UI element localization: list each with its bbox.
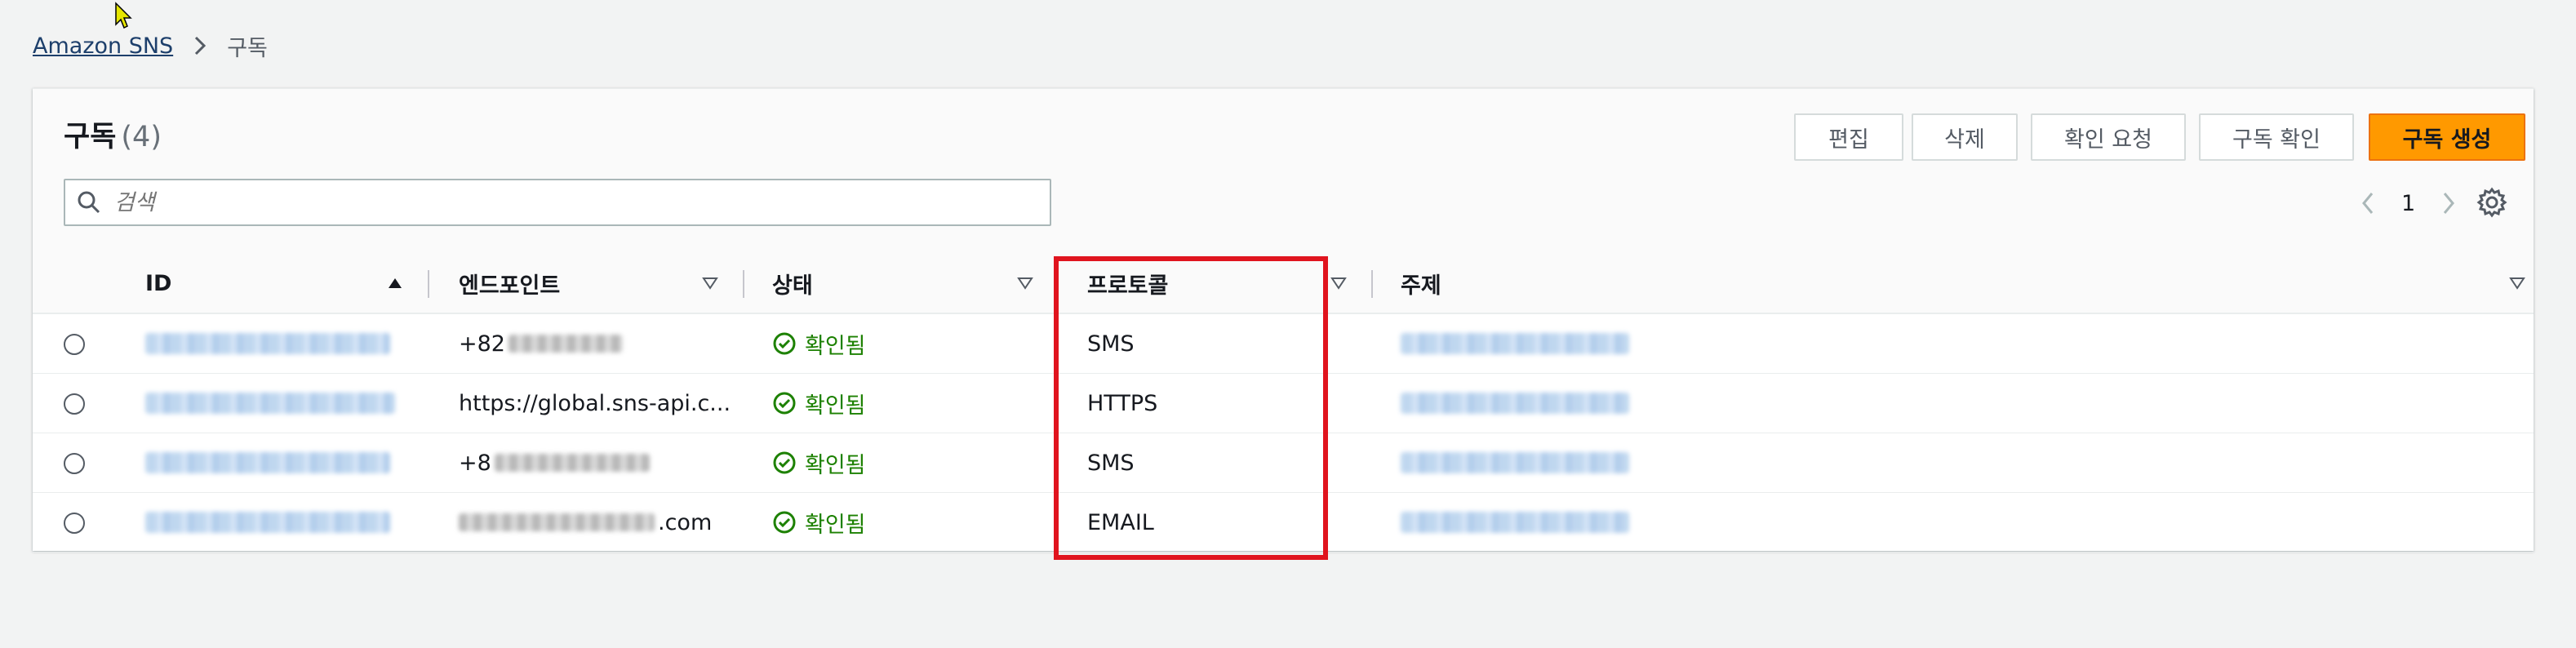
pagination: 1 <box>2359 180 2458 226</box>
column-divider[interactable] <box>743 270 744 298</box>
subscription-id-link[interactable] <box>145 433 390 492</box>
sort-ascending-icon[interactable] <box>387 275 403 291</box>
page-number[interactable]: 1 <box>2401 191 2415 216</box>
topic-link[interactable] <box>1401 374 1629 433</box>
breadcrumb-current: 구독 <box>227 35 268 61</box>
sort-icon[interactable] <box>1017 275 1033 291</box>
row-select-radio[interactable] <box>64 393 85 415</box>
breadcrumb: Amazon SNS 구독 <box>33 29 268 62</box>
request-confirmation-button[interactable]: 확인 요청 <box>2031 113 2186 161</box>
panel-header: 구독(4) 편집 삭제 확인 요청 구독 확인 구독 생성 1 <box>33 89 2534 255</box>
row-select-radio[interactable] <box>64 453 85 474</box>
sort-icon[interactable] <box>1330 275 1347 291</box>
status-cell: 확인됨 <box>772 374 866 433</box>
search-icon <box>78 191 100 214</box>
row-select-radio[interactable] <box>64 513 85 534</box>
cursor-icon <box>115 2 132 29</box>
endpoint-cell: .com <box>459 493 712 552</box>
create-subscription-button[interactable]: 구독 생성 <box>2369 113 2525 161</box>
panel-title: 구독 (4) <box>64 121 162 153</box>
column-divider[interactable] <box>1371 270 1373 298</box>
endpoint-cell: +8 <box>459 433 650 492</box>
endpoint-cell: https://global.sns-api.c... <box>459 390 731 416</box>
chevron-right-icon[interactable] <box>2440 190 2458 216</box>
topic-link[interactable] <box>1401 493 1629 552</box>
check-circle-icon <box>773 392 796 415</box>
column-divider[interactable] <box>428 270 429 298</box>
confirm-subscription-button[interactable]: 구독 확인 <box>2199 113 2354 161</box>
status-cell: 확인됨 <box>772 493 866 552</box>
search-field[interactable] <box>64 179 1051 226</box>
delete-button[interactable]: 삭제 <box>1912 113 2018 161</box>
column-header-id[interactable]: ID <box>145 254 171 313</box>
topic-link[interactable] <box>1401 433 1629 492</box>
endpoint-cell: +82 <box>459 314 623 373</box>
column-header-status[interactable]: 상태 <box>772 254 813 313</box>
column-header-endpoint[interactable]: 엔드포인트 <box>459 254 560 313</box>
edit-button[interactable]: 편집 <box>1794 113 1903 161</box>
row-select-radio[interactable] <box>64 334 85 355</box>
check-circle-icon <box>773 451 796 474</box>
sort-icon[interactable] <box>2509 275 2525 291</box>
chevron-left-icon[interactable] <box>2359 190 2377 216</box>
search-input[interactable] <box>113 189 1014 216</box>
topic-link[interactable] <box>1401 314 1629 373</box>
column-header-topic[interactable]: 주제 <box>1401 254 1441 313</box>
subscription-id-link[interactable] <box>145 314 390 373</box>
subscription-id-link[interactable] <box>145 493 390 552</box>
protocol-column-highlight <box>1054 256 1328 560</box>
check-circle-icon <box>773 511 796 534</box>
subscription-count: (4) <box>121 121 162 153</box>
status-cell: 확인됨 <box>772 314 866 373</box>
subscription-id-link[interactable] <box>145 374 395 433</box>
settings-icon[interactable] <box>2476 187 2507 218</box>
breadcrumb-link-sns[interactable]: Amazon SNS <box>33 33 173 59</box>
check-circle-icon <box>773 332 796 355</box>
chevron-right-icon <box>195 36 207 55</box>
sort-icon[interactable] <box>702 275 718 291</box>
status-cell: 확인됨 <box>772 433 866 492</box>
